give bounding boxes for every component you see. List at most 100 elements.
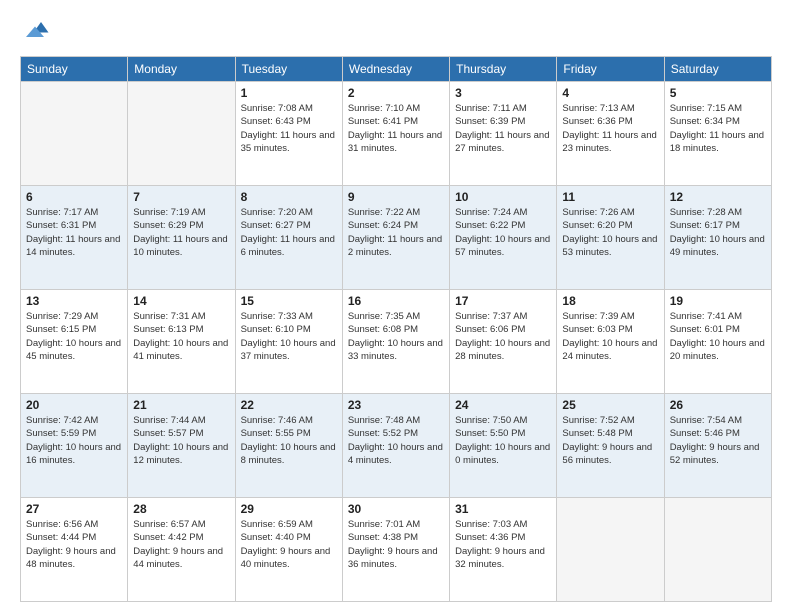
calendar-cell [664, 498, 771, 602]
day-number: 19 [670, 294, 766, 308]
day-number: 8 [241, 190, 337, 204]
day-info: Sunrise: 7:42 AM Sunset: 5:59 PM Dayligh… [26, 414, 122, 467]
day-number: 29 [241, 502, 337, 516]
calendar-cell: 10 Sunrise: 7:24 AM Sunset: 6:22 PM Dayli… [450, 186, 557, 290]
day-info: Sunrise: 7:39 AM Sunset: 6:03 PM Dayligh… [562, 310, 658, 363]
calendar-cell: 9 Sunrise: 7:22 AM Sunset: 6:24 PM Daylig… [342, 186, 449, 290]
calendar-cell: 4 Sunrise: 7:13 AM Sunset: 6:36 PM Daylig… [557, 82, 664, 186]
day-header-friday: Friday [557, 57, 664, 82]
logo-icon [20, 16, 50, 46]
calendar-cell: 26Sunrise: 7:54 AM Sunset: 5:46 PM Dayli… [664, 394, 771, 498]
calendar-cell: 30 Sunrise: 7:01 AM Sunset: 4:38 PM Dayli… [342, 498, 449, 602]
day-header-monday: Monday [128, 57, 235, 82]
calendar-cell: 18 Sunrise: 7:39 AM Sunset: 6:03 PM Dayli… [557, 290, 664, 394]
day-number: 25 [562, 398, 658, 412]
calendar-cell: 6 Sunrise: 7:17 AM Sunset: 6:31 PM Daylig… [21, 186, 128, 290]
day-header-thursday: Thursday [450, 57, 557, 82]
day-info: Sunrise: 7:33 AM Sunset: 6:10 PM Dayligh… [241, 310, 337, 363]
day-info: Sunrise: 7:11 AM Sunset: 6:39 PM Dayligh… [455, 102, 551, 155]
day-info: Sunrise: 7:20 AM Sunset: 6:27 PM Dayligh… [241, 206, 337, 259]
day-number: 1 [241, 86, 337, 100]
day-number: 27 [26, 502, 122, 516]
day-info: Sunrise: 6:56 AM Sunset: 4:44 PM Dayligh… [26, 518, 122, 571]
day-number: 11 [562, 190, 658, 204]
day-info: Sunrise: 7:41 AM Sunset: 6:01 PM Dayligh… [670, 310, 766, 363]
week-row-0: 1 Sunrise: 7:08 AM Sunset: 6:43 PM Daylig… [21, 82, 772, 186]
day-number: 9 [348, 190, 444, 204]
day-number: 2 [348, 86, 444, 100]
week-row-1: 6 Sunrise: 7:17 AM Sunset: 6:31 PM Daylig… [21, 186, 772, 290]
calendar-cell: 27 Sunrise: 6:56 AM Sunset: 4:44 PM Dayli… [21, 498, 128, 602]
day-number: 15 [241, 294, 337, 308]
logo [20, 16, 54, 46]
calendar-cell: 11 Sunrise: 7:26 AM Sunset: 6:20 PM Dayli… [557, 186, 664, 290]
calendar-cell: 8 Sunrise: 7:20 AM Sunset: 6:27 PM Daylig… [235, 186, 342, 290]
day-info: Sunrise: 7:52 AM Sunset: 5:48 PM Dayligh… [562, 414, 658, 467]
day-info: Sunrise: 7:44 AM Sunset: 5:57 PM Dayligh… [133, 414, 229, 467]
day-number: 22 [241, 398, 337, 412]
calendar-cell [128, 82, 235, 186]
calendar-cell: 2 Sunrise: 7:10 AM Sunset: 6:41 PM Daylig… [342, 82, 449, 186]
calendar-cell: 15 Sunrise: 7:33 AM Sunset: 6:10 PM Dayli… [235, 290, 342, 394]
day-number: 6 [26, 190, 122, 204]
day-info: Sunrise: 7:26 AM Sunset: 6:20 PM Dayligh… [562, 206, 658, 259]
calendar-cell: 29 Sunrise: 6:59 AM Sunset: 4:40 PM Dayli… [235, 498, 342, 602]
day-info: Sunrise: 7:13 AM Sunset: 6:36 PM Dayligh… [562, 102, 658, 155]
day-info: Sunrise: 7:54 AM Sunset: 5:46 PM Dayligh… [670, 414, 766, 467]
calendar-cell: 20Sunrise: 7:42 AM Sunset: 5:59 PM Dayli… [21, 394, 128, 498]
calendar-cell: 23Sunrise: 7:48 AM Sunset: 5:52 PM Dayli… [342, 394, 449, 498]
day-info: Sunrise: 6:59 AM Sunset: 4:40 PM Dayligh… [241, 518, 337, 571]
day-info: Sunrise: 7:50 AM Sunset: 5:50 PM Dayligh… [455, 414, 551, 467]
day-info: Sunrise: 7:35 AM Sunset: 6:08 PM Dayligh… [348, 310, 444, 363]
header [20, 16, 772, 46]
day-info: Sunrise: 7:29 AM Sunset: 6:15 PM Dayligh… [26, 310, 122, 363]
day-info: Sunrise: 7:19 AM Sunset: 6:29 PM Dayligh… [133, 206, 229, 259]
day-number: 4 [562, 86, 658, 100]
calendar-cell [557, 498, 664, 602]
day-number: 14 [133, 294, 229, 308]
day-header-wednesday: Wednesday [342, 57, 449, 82]
calendar-cell: 24Sunrise: 7:50 AM Sunset: 5:50 PM Dayli… [450, 394, 557, 498]
day-info: Sunrise: 7:24 AM Sunset: 6:22 PM Dayligh… [455, 206, 551, 259]
day-info: Sunrise: 7:08 AM Sunset: 6:43 PM Dayligh… [241, 102, 337, 155]
day-info: Sunrise: 7:31 AM Sunset: 6:13 PM Dayligh… [133, 310, 229, 363]
day-number: 30 [348, 502, 444, 516]
day-number: 3 [455, 86, 551, 100]
day-number: 18 [562, 294, 658, 308]
day-number: 7 [133, 190, 229, 204]
week-row-4: 27 Sunrise: 6:56 AM Sunset: 4:44 PM Dayli… [21, 498, 772, 602]
day-number: 13 [26, 294, 122, 308]
calendar-cell: 14 Sunrise: 7:31 AM Sunset: 6:13 PM Dayli… [128, 290, 235, 394]
week-row-2: 13 Sunrise: 7:29 AM Sunset: 6:15 PM Dayli… [21, 290, 772, 394]
day-info: Sunrise: 6:57 AM Sunset: 4:42 PM Dayligh… [133, 518, 229, 571]
page: SundayMondayTuesdayWednesdayThursdayFrid… [0, 0, 792, 612]
day-info: Sunrise: 7:10 AM Sunset: 6:41 PM Dayligh… [348, 102, 444, 155]
day-info: Sunrise: 7:46 AM Sunset: 5:55 PM Dayligh… [241, 414, 337, 467]
day-number: 28 [133, 502, 229, 516]
day-info: Sunrise: 7:48 AM Sunset: 5:52 PM Dayligh… [348, 414, 444, 467]
day-number: 31 [455, 502, 551, 516]
day-number: 5 [670, 86, 766, 100]
calendar-cell: 22 Sunrise: 7:46 AM Sunset: 5:55 PM Dayli… [235, 394, 342, 498]
day-info: Sunrise: 7:17 AM Sunset: 6:31 PM Dayligh… [26, 206, 122, 259]
calendar-cell: 31Sunrise: 7:03 AM Sunset: 4:36 PM Dayli… [450, 498, 557, 602]
day-number: 12 [670, 190, 766, 204]
day-info: Sunrise: 7:15 AM Sunset: 6:34 PM Dayligh… [670, 102, 766, 155]
calendar-header-row: SundayMondayTuesdayWednesdayThursdayFrid… [21, 57, 772, 82]
calendar-cell: 3 Sunrise: 7:11 AM Sunset: 6:39 PM Daylig… [450, 82, 557, 186]
calendar-cell: 28 Sunrise: 6:57 AM Sunset: 4:42 PM Dayli… [128, 498, 235, 602]
day-info: Sunrise: 7:28 AM Sunset: 6:17 PM Dayligh… [670, 206, 766, 259]
calendar-cell: 12 Sunrise: 7:28 AM Sunset: 6:17 PM Dayli… [664, 186, 771, 290]
day-number: 21 [133, 398, 229, 412]
calendar-cell: 17Sunrise: 7:37 AM Sunset: 6:06 PM Dayli… [450, 290, 557, 394]
calendar-cell: 21 Sunrise: 7:44 AM Sunset: 5:57 PM Dayli… [128, 394, 235, 498]
day-info: Sunrise: 7:22 AM Sunset: 6:24 PM Dayligh… [348, 206, 444, 259]
calendar-cell: 1 Sunrise: 7:08 AM Sunset: 6:43 PM Daylig… [235, 82, 342, 186]
calendar-cell: 16Sunrise: 7:35 AM Sunset: 6:08 PM Dayli… [342, 290, 449, 394]
day-info: Sunrise: 7:01 AM Sunset: 4:38 PM Dayligh… [348, 518, 444, 571]
calendar-cell [21, 82, 128, 186]
day-number: 10 [455, 190, 551, 204]
calendar-cell: 7 Sunrise: 7:19 AM Sunset: 6:29 PM Daylig… [128, 186, 235, 290]
calendar-cell: 19 Sunrise: 7:41 AM Sunset: 6:01 PM Dayli… [664, 290, 771, 394]
week-row-3: 20Sunrise: 7:42 AM Sunset: 5:59 PM Dayli… [21, 394, 772, 498]
